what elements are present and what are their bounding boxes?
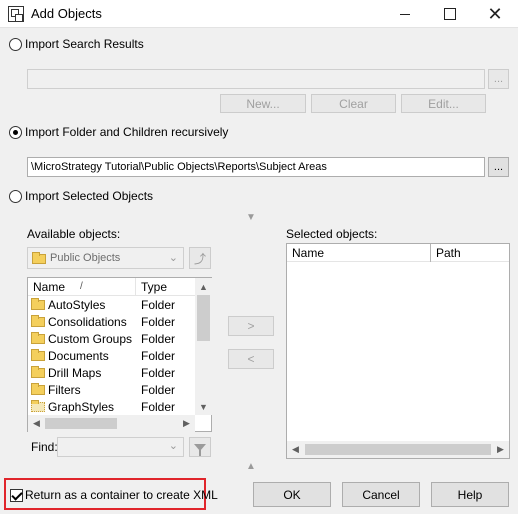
list-item[interactable]: Drill Maps Folder bbox=[28, 365, 194, 382]
window-title: Add Objects bbox=[31, 6, 102, 21]
list-item-type: Folder bbox=[141, 366, 176, 380]
list-item-name: Custom Groups bbox=[31, 331, 132, 348]
cancel-button[interactable]: Cancel bbox=[342, 482, 420, 507]
import-folder-radio[interactable] bbox=[9, 125, 22, 139]
chevron-down-icon: ⌄ bbox=[168, 252, 178, 264]
folder-icon bbox=[31, 383, 45, 395]
return-container-checkbox[interactable] bbox=[10, 488, 23, 502]
folder-dropdown-value: Public Objects bbox=[50, 252, 121, 264]
scroll-left-icon[interactable]: ◀ bbox=[287, 441, 304, 458]
list-item-name: AutoStyles bbox=[31, 297, 105, 314]
available-objects-label: Available objects: bbox=[27, 227, 121, 241]
folder-icon bbox=[31, 298, 45, 310]
list-item-name: Documents bbox=[31, 348, 109, 365]
app-icon bbox=[8, 6, 24, 22]
maximize-icon[interactable] bbox=[427, 0, 473, 28]
find-input[interactable]: ⌄ bbox=[57, 437, 184, 457]
search-browse-button[interactable]: ... bbox=[488, 69, 509, 89]
available-list-header: Name / Type bbox=[28, 278, 211, 296]
folder-icon bbox=[31, 315, 45, 327]
ok-button[interactable]: OK bbox=[253, 482, 331, 507]
scroll-right-icon[interactable]: ▶ bbox=[178, 415, 195, 432]
clear-button[interactable]: Clear bbox=[311, 94, 396, 113]
list-item[interactable]: AutoStyles Folder bbox=[28, 297, 194, 314]
import-selected-option[interactable]: Import Selected Objects bbox=[9, 189, 153, 203]
list-item-name: Filters bbox=[31, 382, 81, 399]
find-dropdown-chevron-icon: ⌄ bbox=[168, 440, 178, 452]
return-container-option[interactable]: Return as a container to create XML bbox=[10, 488, 218, 502]
list-item-type: Folder bbox=[141, 349, 176, 363]
scroll-thumb-horizontal[interactable] bbox=[305, 444, 491, 455]
list-item[interactable]: Documents Folder bbox=[28, 348, 194, 365]
help-button[interactable]: Help bbox=[431, 482, 509, 507]
import-search-option[interactable]: Import Search Results bbox=[9, 37, 144, 51]
scroll-thumb-horizontal[interactable] bbox=[45, 418, 117, 429]
folder-icon bbox=[31, 366, 45, 378]
filter-icon bbox=[194, 443, 206, 456]
scroll-left-icon[interactable]: ◀ bbox=[28, 415, 45, 432]
folder-icon bbox=[31, 332, 45, 344]
search-results-field bbox=[27, 69, 485, 89]
close-icon[interactable]: ✕ bbox=[472, 0, 518, 28]
list-item[interactable]: GraphStyles Folder bbox=[28, 399, 194, 416]
folder-dropdown[interactable]: Public Objects ⌄ bbox=[27, 247, 184, 269]
list-item-type: Folder bbox=[141, 315, 176, 329]
horizontal-scrollbar[interactable]: ◀ ▶ bbox=[287, 441, 509, 458]
folder-icon bbox=[32, 252, 46, 264]
add-to-selected-button[interactable]: > bbox=[228, 316, 274, 336]
parent-folder-button[interactable]: ⤴ bbox=[189, 247, 211, 269]
folder-browse-button[interactable]: ... bbox=[488, 157, 509, 177]
scroll-right-icon[interactable]: ▶ bbox=[492, 441, 509, 458]
selected-list-header: Name Path bbox=[287, 244, 509, 262]
find-label: Find: bbox=[31, 440, 58, 454]
column-header-path[interactable]: Path bbox=[431, 244, 509, 262]
selected-objects-label: Selected objects: bbox=[286, 227, 378, 241]
list-item-type: Folder bbox=[141, 383, 176, 397]
remove-from-selected-button[interactable]: < bbox=[228, 349, 274, 369]
vertical-scrollbar[interactable]: ▲ ▼ bbox=[195, 278, 212, 415]
list-item-type: Folder bbox=[141, 298, 176, 312]
filter-button[interactable] bbox=[189, 437, 211, 457]
sort-icon: / bbox=[80, 281, 83, 292]
import-selected-radio[interactable] bbox=[9, 189, 22, 203]
folder-icon bbox=[31, 349, 45, 361]
list-item-type: Folder bbox=[141, 332, 176, 346]
list-item-type: Folder bbox=[141, 400, 176, 414]
new-button[interactable]: New... bbox=[220, 94, 306, 113]
folder-dotted-icon bbox=[31, 400, 45, 412]
list-item-name: Consolidations bbox=[31, 314, 127, 331]
list-item[interactable]: Filters Folder bbox=[28, 382, 194, 399]
import-selected-label: Import Selected Objects bbox=[25, 189, 154, 203]
scroll-thumb[interactable] bbox=[197, 295, 210, 341]
list-item[interactable]: Consolidations Folder bbox=[28, 314, 194, 331]
available-objects-list[interactable]: Name / Type AutoStyles Folder Consolidatio… bbox=[27, 277, 212, 432]
scroll-up-icon[interactable]: ▲ bbox=[195, 278, 212, 295]
column-header-name[interactable]: Name / bbox=[28, 278, 136, 296]
selected-objects-list[interactable]: Name Path ◀ ▶ bbox=[286, 243, 510, 459]
import-folder-label: Import Folder and Children recursively bbox=[25, 125, 229, 139]
edit-button[interactable]: Edit... bbox=[401, 94, 486, 113]
minimize-icon[interactable] bbox=[382, 0, 428, 28]
horizontal-scrollbar[interactable]: ◀ ▶ bbox=[28, 415, 195, 432]
import-folder-option[interactable]: Import Folder and Children recursively bbox=[9, 125, 228, 139]
splitter-up-icon[interactable]: ▲ bbox=[246, 461, 256, 472]
up-folder-icon: ⤴ bbox=[193, 251, 206, 266]
return-container-label: Return as a container to create XML bbox=[25, 488, 218, 502]
list-item-name: GraphStyles bbox=[31, 399, 114, 416]
scroll-down-icon[interactable]: ▼ bbox=[195, 398, 212, 415]
list-item[interactable]: Custom Groups Folder bbox=[28, 331, 194, 348]
list-item-name: Drill Maps bbox=[31, 365, 101, 382]
folder-path-field[interactable]: \MicroStrategy Tutorial\Public Objects\R… bbox=[27, 157, 485, 177]
column-header-name[interactable]: Name bbox=[287, 244, 431, 262]
column-header-type[interactable]: Type bbox=[136, 278, 196, 296]
import-search-radio[interactable] bbox=[9, 37, 22, 51]
import-search-label: Import Search Results bbox=[25, 37, 144, 51]
splitter-down-icon[interactable]: ▼ bbox=[246, 212, 256, 223]
